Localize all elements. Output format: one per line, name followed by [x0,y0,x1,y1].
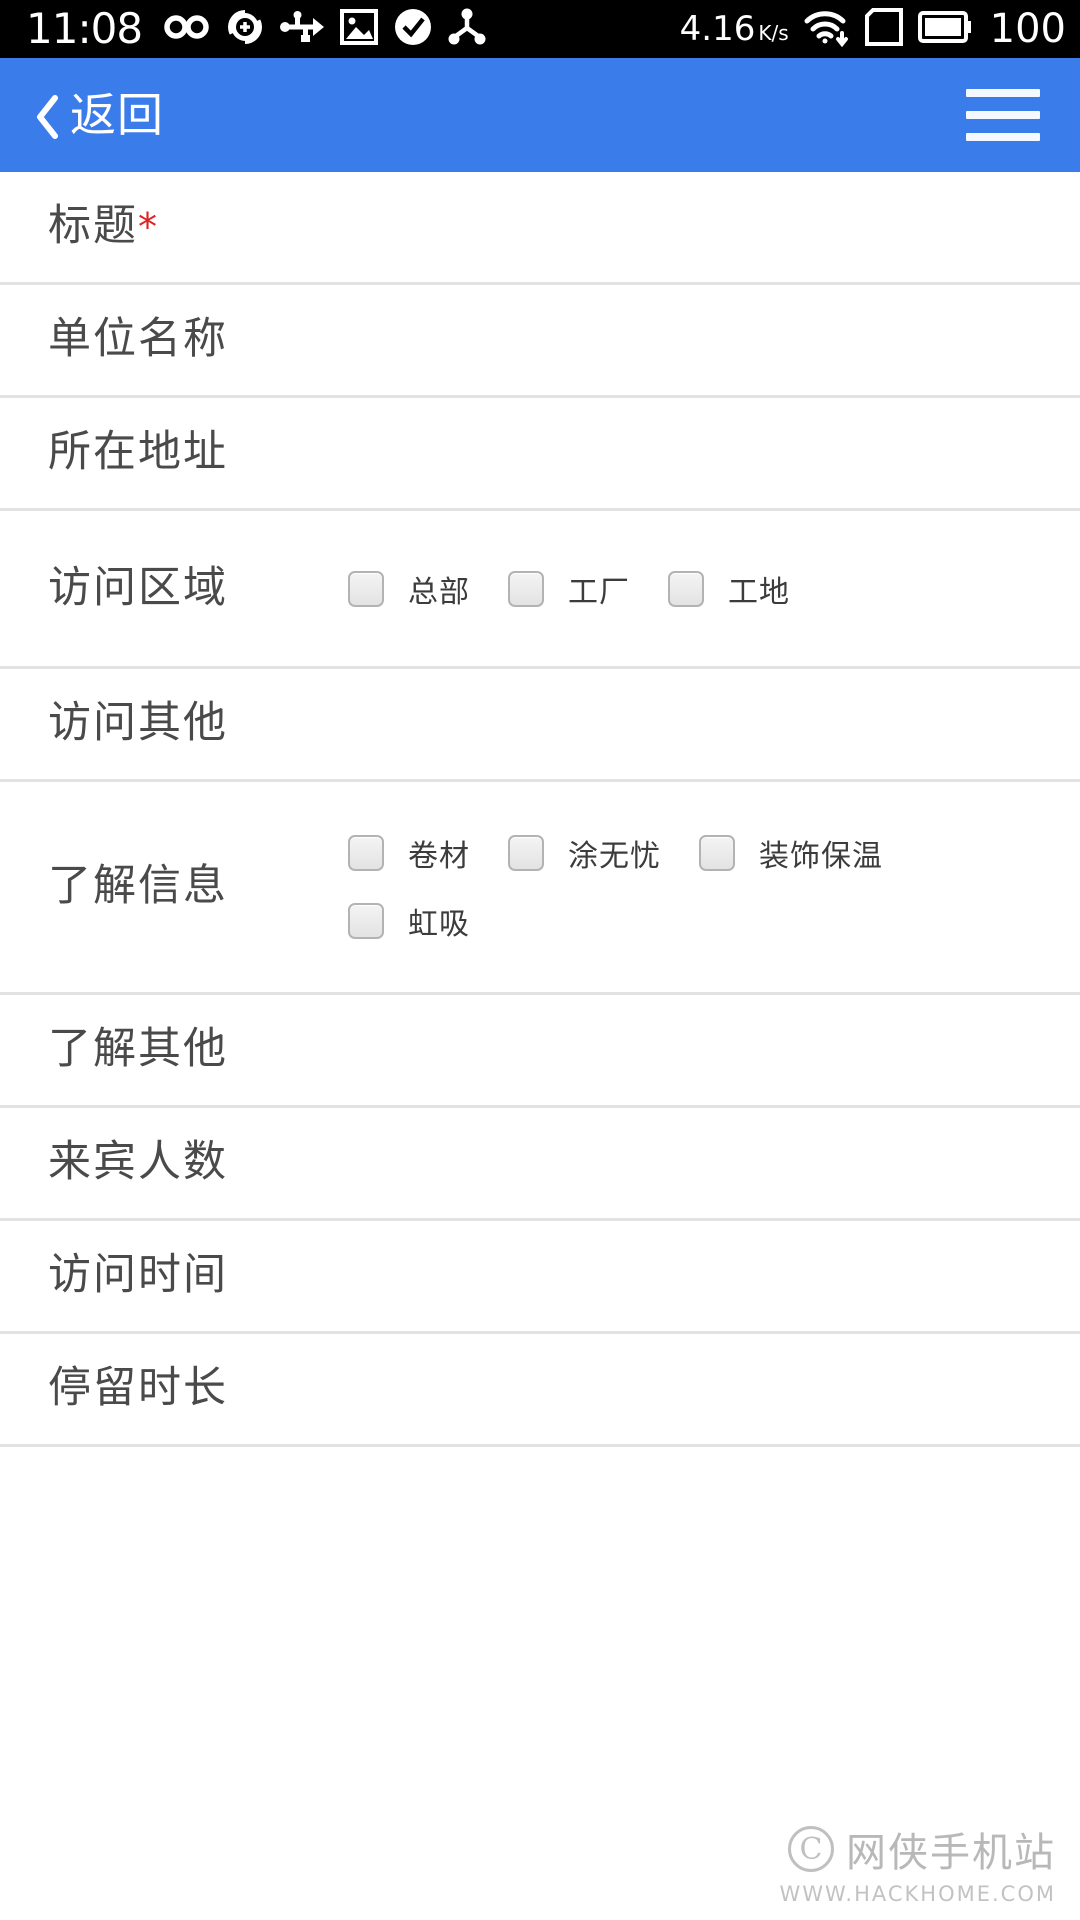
checkbox-box[interactable] [508,570,544,607]
hamburger-line [966,133,1040,141]
form-label: 访问其他 [48,698,228,749]
checkbox-box[interactable] [348,570,384,607]
checkbox-label: 总部 [408,574,470,610]
battery-full-icon [917,10,972,48]
visit-area-checkbox-group: 总部 工厂 工地 [348,567,858,611]
watermark-site-name: 网侠手机站 [846,1830,1056,1876]
form-row-title[interactable]: 标题* [0,172,1080,285]
form-row-address[interactable]: 所在地址 [0,398,1080,511]
image-icon [340,9,379,49]
checkbox-item[interactable]: 工地 [668,567,790,611]
form-label: 标题* [48,201,159,252]
checkbox-item[interactable]: 总部 [348,567,470,611]
status-bar-clock: 11:08 [26,4,143,53]
checkbox-box[interactable] [348,835,384,871]
network-speed: 4.16 K/s [680,12,789,46]
network-speed-unit: K/s [758,21,789,45]
check-circle-icon [394,8,432,50]
checkbox-label: 工厂 [568,574,630,610]
checkbox-item[interactable]: 卷材 [348,831,470,875]
form-row-info-interest: 了解信息 卷材 涂无忧 装饰保温 虹吸 [0,782,1080,995]
checkbox-label: 虹吸 [408,907,470,942]
form-label: 所在地址 [48,427,228,478]
checkbox-item[interactable]: 工厂 [508,567,630,611]
form-row-company[interactable]: 单位名称 [0,285,1080,398]
checkbox-item[interactable]: 虹吸 [348,899,470,943]
checkbox-label: 卷材 [408,839,470,874]
wifi-download-icon [802,7,850,51]
form-row-visit-other[interactable]: 访问其他 [0,669,1080,782]
status-bar-system-icons: 4.16 K/s 100 [680,7,1066,51]
network-speed-value: 4.16 [679,9,756,49]
checkbox-label: 涂无忧 [568,839,661,874]
site-watermark: C 网侠手机站 WWW.HACKHOME.COM [780,1820,1056,1906]
form-row-info-other[interactable]: 了解其他 [0,995,1080,1108]
chevron-left-icon [34,94,60,139]
status-bar: 11:08 4.16 K/s 100 [0,0,1080,58]
visitor-registration-form: 标题* 单位名称 所在地址 访问区域 总部 工厂 工地 访问其他 了解信息 卷材… [0,172,1080,1447]
sim-card-icon [863,7,905,51]
watermark-url: WWW.HACKHOME.COM [779,1882,1056,1906]
back-button-label: 返回 [70,88,164,142]
checkbox-item[interactable]: 涂无忧 [508,831,661,875]
form-row-stay-duration[interactable]: 停留时长 [0,1334,1080,1447]
info-interest-checkbox-group: 卷材 涂无忧 装饰保温 虹吸 [348,831,1080,943]
form-label: 访问区域 [48,562,228,613]
form-row-visit-area: 访问区域 总部 工厂 工地 [0,511,1080,669]
sync-add-icon [226,8,264,50]
form-label: 停留时长 [48,1363,228,1414]
form-label: 了解其他 [48,1024,228,1075]
checkbox-box[interactable] [668,570,704,607]
checkbox-item[interactable]: 装饰保温 [699,831,883,875]
hamburger-line [966,111,1040,119]
form-label: 访问时间 [48,1250,228,1301]
form-row-guest-count[interactable]: 来宾人数 [0,1108,1080,1221]
form-label: 了解信息 [48,861,228,912]
share-icon [448,8,486,50]
usb-icon [280,10,325,48]
status-bar-notification-icons [164,8,486,50]
checkbox-label: 装饰保温 [759,839,883,874]
checkbox-label: 工地 [728,574,790,610]
app-header: 返回 [0,58,1080,172]
infinity-icon [164,10,210,48]
back-button[interactable]: 返回 [34,88,164,142]
battery-percent: 100 [989,6,1066,52]
checkbox-box[interactable] [508,835,544,871]
form-label: 单位名称 [48,314,228,365]
hamburger-menu-icon[interactable] [966,89,1040,141]
form-label: 来宾人数 [48,1137,228,1188]
hamburger-line [966,89,1040,97]
checkbox-box[interactable] [348,903,384,939]
watermark-logo-icon: C [788,1826,834,1872]
checkbox-box[interactable] [699,835,735,871]
form-row-visit-time[interactable]: 访问时间 [0,1221,1080,1334]
required-asterisk: * [138,205,159,250]
